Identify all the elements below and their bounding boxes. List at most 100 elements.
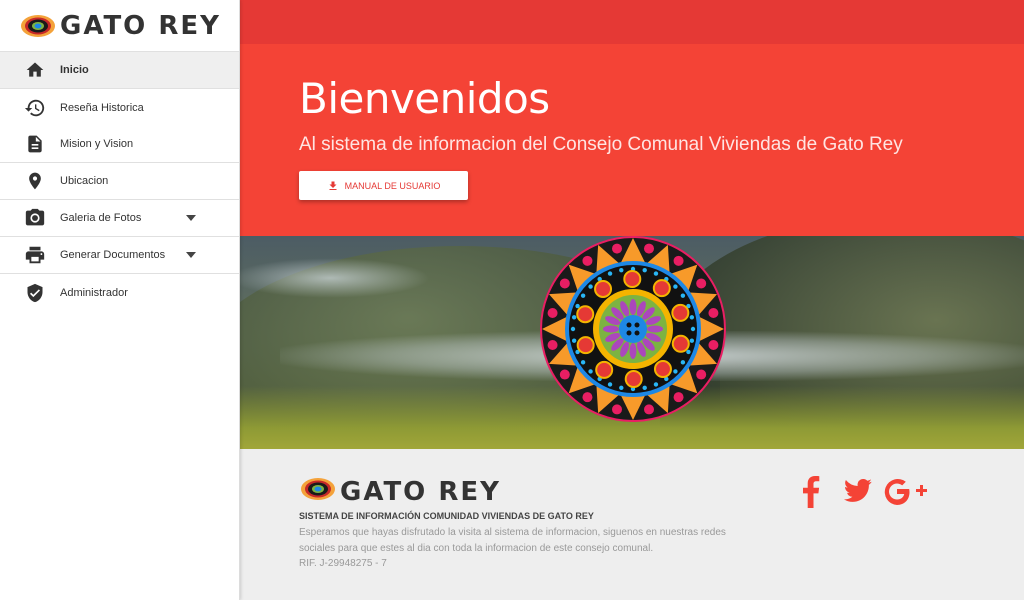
mandala-dot (607, 382, 613, 387)
mandala-circle (576, 305, 595, 324)
mandala-dot (582, 255, 593, 266)
mandala-dot (642, 385, 647, 391)
twitter-icon[interactable] (842, 476, 874, 511)
mandala-circle (623, 270, 642, 289)
mandala-dot (653, 382, 659, 387)
mandala-dot (547, 308, 558, 319)
mandala-circle (576, 336, 595, 355)
footer-brand[interactable]: GATO REY (300, 471, 501, 512)
footer-description: Esperamos que hayas disfrutado la visita… (299, 527, 726, 554)
footer-rif: RIF. J-29948275 - 7 (299, 558, 387, 569)
sidebar-item-label: Inicio (60, 64, 89, 76)
mandala-petal (629, 299, 637, 315)
mandala-dot (575, 303, 580, 309)
sidebar-item-label: Galeria de Fotos (60, 212, 142, 224)
mandala-dot (673, 369, 678, 374)
top-app-bar (240, 0, 1024, 44)
manual-usuario-button[interactable]: MANUAL DE USUARIO (299, 171, 468, 200)
sidebar-item-label: Reseña Historica (60, 101, 144, 114)
sidebar-item-label: Generar Documentos (60, 249, 166, 261)
chevron-down-icon[interactable] (186, 215, 196, 221)
mandala-circle (624, 369, 643, 388)
mandala-dot (708, 308, 719, 319)
printer-icon (24, 244, 46, 266)
mandala-dot (612, 404, 623, 415)
mandala-dot (570, 326, 576, 332)
mandala-dot (619, 267, 624, 273)
sidebar: GATO REY Inicio Reseña Historica Mision … (0, 0, 240, 600)
home-icon (24, 59, 46, 81)
mandala-circle (594, 279, 613, 298)
sidebar-item-inicio[interactable]: Inicio (0, 52, 239, 89)
google-plus-icon[interactable] (883, 476, 931, 513)
mandala-dot (571, 315, 577, 320)
mandala-dot (673, 255, 684, 266)
mandala-circle (671, 334, 690, 353)
mandala-dot (559, 278, 570, 289)
page-subtitle: Al sistema de informacion del Consejo Co… (299, 134, 903, 155)
mandala-dot (547, 339, 558, 350)
mandala-dot (588, 284, 593, 289)
mandala-dot (559, 369, 570, 380)
hero-section: Bienvenidos Al sistema de informacion de… (240, 44, 1024, 236)
sidebar-item-label: Mision y Vision (60, 138, 134, 150)
mandala-logo-icon (20, 8, 56, 44)
mandala-emblem (540, 236, 726, 422)
facebook-icon[interactable] (798, 476, 824, 513)
mandala-dot (643, 404, 654, 415)
mandala-dot (696, 278, 707, 289)
mandala-logo-icon (300, 471, 336, 512)
mandala-dot (588, 369, 593, 374)
landscape-banner (240, 236, 1024, 449)
mandala-dot (607, 271, 613, 276)
mandala-dot (673, 284, 678, 289)
mandala-dot (642, 267, 647, 273)
mandala-dot (619, 385, 624, 391)
cloud-shape (240, 258, 430, 298)
history-icon (24, 97, 46, 119)
mandala-dot (680, 360, 686, 365)
download-icon (327, 180, 339, 192)
footer: GATO REY SISTEMA DE INFORMACIÓN COMUNIDA… (240, 449, 1024, 600)
page-title: Bienvenidos (299, 74, 550, 123)
mandala-circle (595, 360, 614, 379)
sidebar-item-ubicacion[interactable]: Ubicacion (0, 163, 239, 200)
mandala-dot (690, 326, 696, 332)
mandala-dot (689, 338, 695, 343)
mandala-petal (629, 343, 637, 359)
document-icon (24, 133, 46, 155)
mandala-dot (686, 349, 691, 355)
mandala-dot (689, 315, 695, 320)
mandala-dot (696, 369, 707, 380)
mandala-dot (612, 243, 623, 254)
camera-icon (24, 207, 46, 229)
sidebar-item-administrador[interactable]: Administrador (0, 274, 239, 311)
mandala-dot (580, 293, 586, 298)
brand-header[interactable]: GATO REY (0, 0, 239, 52)
mandala-circle (652, 279, 671, 298)
brand-name: GATO REY (60, 10, 221, 41)
mandala-dot (571, 338, 577, 343)
footer-title: SISTEMA DE INFORMACIÓN COMUNIDAD VIVIEND… (299, 511, 594, 521)
mandala-petal (647, 325, 663, 333)
mandala-dot (673, 392, 684, 403)
footer-brand-name: GATO REY (340, 476, 501, 507)
mandala-dot (643, 243, 654, 254)
manual-usuario-label: MANUAL DE USUARIO (344, 180, 441, 191)
mandala-dot (580, 360, 586, 365)
sidebar-item-resena-historica[interactable]: Reseña Historica (0, 89, 239, 126)
mandala-circle (653, 360, 672, 379)
sidebar-item-galeria-fotos[interactable]: Galeria de Fotos (0, 200, 239, 237)
mandala-dot (582, 392, 593, 403)
shield-check-icon (24, 282, 46, 304)
mandala-petal (603, 325, 619, 333)
mandala-dot (680, 293, 686, 298)
mandala-dot (653, 271, 659, 276)
mandala-dot (708, 339, 719, 350)
sidebar-item-generar-documentos[interactable]: Generar Documentos (0, 237, 239, 274)
location-pin-icon (24, 170, 46, 192)
sidebar-item-mision-vision[interactable]: Mision y Vision (0, 126, 239, 163)
sidebar-item-label: Administrador (60, 286, 128, 299)
sidebar-item-label: Ubicacion (60, 175, 109, 187)
chevron-down-icon[interactable] (186, 252, 196, 258)
